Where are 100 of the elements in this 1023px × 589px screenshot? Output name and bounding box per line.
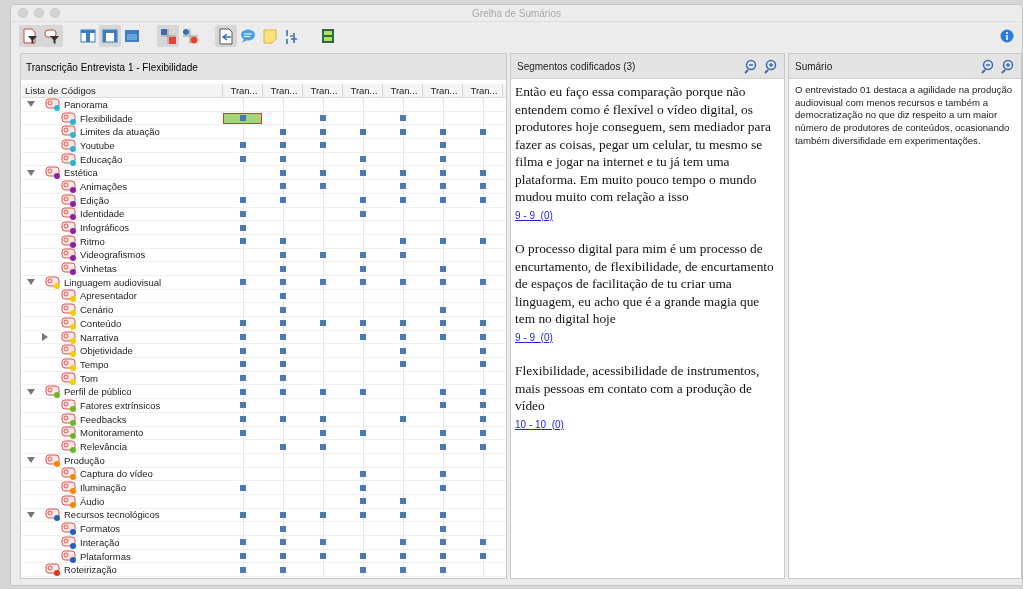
column-header[interactable]: Tran... — [223, 84, 263, 97]
code-label[interactable]: Tempo — [80, 358, 109, 370]
code-label[interactable]: Ritmo — [80, 235, 105, 247]
code-label[interactable]: Edição — [80, 194, 110, 206]
code-label[interactable]: Roteirização — [64, 564, 117, 576]
code-label[interactable]: Flexibilidade — [80, 112, 133, 124]
zoom-in-icon[interactable] — [763, 58, 778, 74]
code-label[interactable]: Produção — [64, 454, 105, 466]
column-header[interactable]: Tran... — [383, 84, 423, 97]
code-icon — [58, 549, 77, 563]
code-label[interactable]: Relevância — [80, 441, 127, 453]
code-label[interactable]: Animações — [80, 180, 127, 192]
expanded-arrow-icon[interactable] — [26, 509, 36, 520]
layout-icon — [101, 27, 119, 45]
segment-link[interactable]: 9 - 9 (0) — [515, 208, 553, 222]
code-icon — [58, 138, 77, 152]
grid-cell[interactable] — [223, 111, 263, 125]
zoom-out-icon[interactable] — [980, 58, 995, 74]
code-label[interactable]: Videografismos — [80, 249, 146, 261]
code-icon — [58, 535, 77, 549]
zoom-in-icon[interactable] — [1000, 58, 1015, 74]
column-header[interactable]: Lista de Códigos — [22, 84, 223, 97]
code-icon — [58, 303, 77, 317]
code-icon — [58, 316, 77, 330]
code-icon — [58, 234, 77, 248]
code-label[interactable]: Recursos tecnológicos — [64, 509, 160, 521]
expanded-arrow-icon[interactable] — [26, 386, 36, 397]
segment-text: Flexibilidade, acessibilidade de instrumentos, mais pessoas em contato com a produção de vídeo — [515, 362, 761, 415]
code-icon — [58, 248, 77, 262]
code-icon — [58, 357, 77, 371]
pane-title: Segmentos codificados (3) — [517, 60, 636, 72]
code-icon — [42, 166, 61, 180]
code-icon — [58, 426, 77, 440]
panel-icon — [319, 27, 337, 45]
document-arrow-icon — [217, 27, 235, 45]
code-icon — [58, 398, 77, 412]
segment-link[interactable]: 9 - 9 (0) — [515, 330, 553, 344]
toolbar-button[interactable] — [19, 25, 41, 47]
code-label[interactable]: Linguagem audiovisual — [64, 276, 162, 288]
code-label[interactable]: Youtube — [80, 139, 115, 151]
expanded-arrow-icon[interactable] — [26, 167, 36, 178]
grid-squares-icon — [159, 27, 177, 45]
code-icon — [58, 111, 77, 125]
pane-title: Transcrição Entrevista 1 - Flexibilidade — [26, 61, 198, 73]
code-label[interactable]: Educação — [80, 153, 123, 165]
code-icon — [58, 344, 77, 358]
code-icon — [58, 412, 77, 426]
layout-icon — [123, 27, 141, 45]
code-label[interactable]: Fatores extrínsicos — [80, 399, 161, 411]
code-label[interactable]: Captura do vídeo — [80, 468, 153, 480]
code-label[interactable]: Apresentador — [80, 290, 138, 302]
code-icon — [42, 508, 61, 522]
code-label[interactable]: Feedbacks — [80, 413, 127, 425]
column-header[interactable]: Tran... — [423, 84, 463, 97]
toolbar-button[interactable] — [41, 25, 63, 47]
segment-link[interactable]: 10 - 10 (0) — [515, 417, 564, 431]
code-label[interactable]: Monitoramento — [80, 427, 144, 439]
note-icon — [261, 27, 279, 45]
window-title: Grelha de Sumários — [472, 7, 561, 19]
code-icon — [58, 371, 77, 385]
code-label[interactable]: Perfil de público — [64, 386, 132, 398]
code-label[interactable]: Interação — [80, 536, 120, 548]
code-label[interactable]: Vinhetas — [80, 263, 117, 275]
code-icon — [42, 563, 61, 577]
code-label[interactable]: Plataformas — [80, 550, 131, 562]
filter-tag-icon — [43, 27, 61, 45]
code-label[interactable]: Cenário — [80, 304, 114, 316]
column-header[interactable]: Tran... — [303, 84, 343, 97]
column-header[interactable]: Tran... — [263, 84, 303, 97]
code-icon — [58, 125, 77, 139]
code-label[interactable]: Formatos — [80, 523, 121, 535]
code-label[interactable]: Tom — [80, 372, 98, 384]
code-icon — [42, 385, 61, 399]
column-header[interactable]: Tran... — [343, 84, 383, 97]
code-icon — [58, 289, 77, 303]
code-label[interactable]: Panorama — [64, 98, 108, 110]
speech-bubble-icon — [239, 27, 257, 45]
code-label[interactable]: Objetividade — [80, 345, 133, 357]
layout-icon — [79, 27, 97, 45]
code-label[interactable]: Identidade — [80, 208, 125, 220]
code-icon — [42, 97, 61, 111]
code-icon — [58, 481, 77, 495]
code-label[interactable]: Infográficos — [80, 222, 130, 234]
pane-title: Sumário — [795, 60, 833, 72]
summary-text: O entrevistado 01 destaca a agilidade na produção audiovisual com menos recursos e também a democratização no que diz respeito a um maior número de produtores de conteúdos, ocasionando também diversifidade em experimentações. — [794, 83, 1014, 148]
code-label[interactable]: Limites da atuação — [80, 126, 160, 138]
collapsed-arrow-icon[interactable] — [40, 332, 50, 343]
filter-document-icon — [21, 27, 39, 45]
code-label[interactable]: Estética — [64, 167, 98, 179]
zoom-out-icon[interactable] — [743, 58, 758, 74]
code-label[interactable]: Conteúdo — [80, 317, 122, 329]
code-label[interactable]: Iluminação — [80, 482, 126, 494]
segment-text: O processo digital para mim é um processo de encurtamento, de flexibilidade, de encurtamento de espaços de facilitação de tu criar uma linguagem, eu acho que é a grande magia que tem no digital hoje — [515, 240, 775, 328]
info-icon[interactable] — [1000, 29, 1014, 43]
code-label[interactable]: Narrativa — [80, 331, 119, 343]
code-icon — [58, 193, 77, 207]
column-header[interactable]: Tran... — [463, 84, 503, 97]
code-icon — [58, 494, 77, 508]
code-label[interactable]: Áudio — [80, 495, 105, 507]
segment-text: Então eu faço essa comparação porque não entendem como é flexível o vídeo digital, os produtores hoje conseguem, sem mediador para fazer as coisas, pegar um celular, tu mesmo se filma e jogar na internet e tu já tem uma plataforma. Em muito pouco tempo o mundo mudou muito com relação a isso — [515, 83, 772, 206]
